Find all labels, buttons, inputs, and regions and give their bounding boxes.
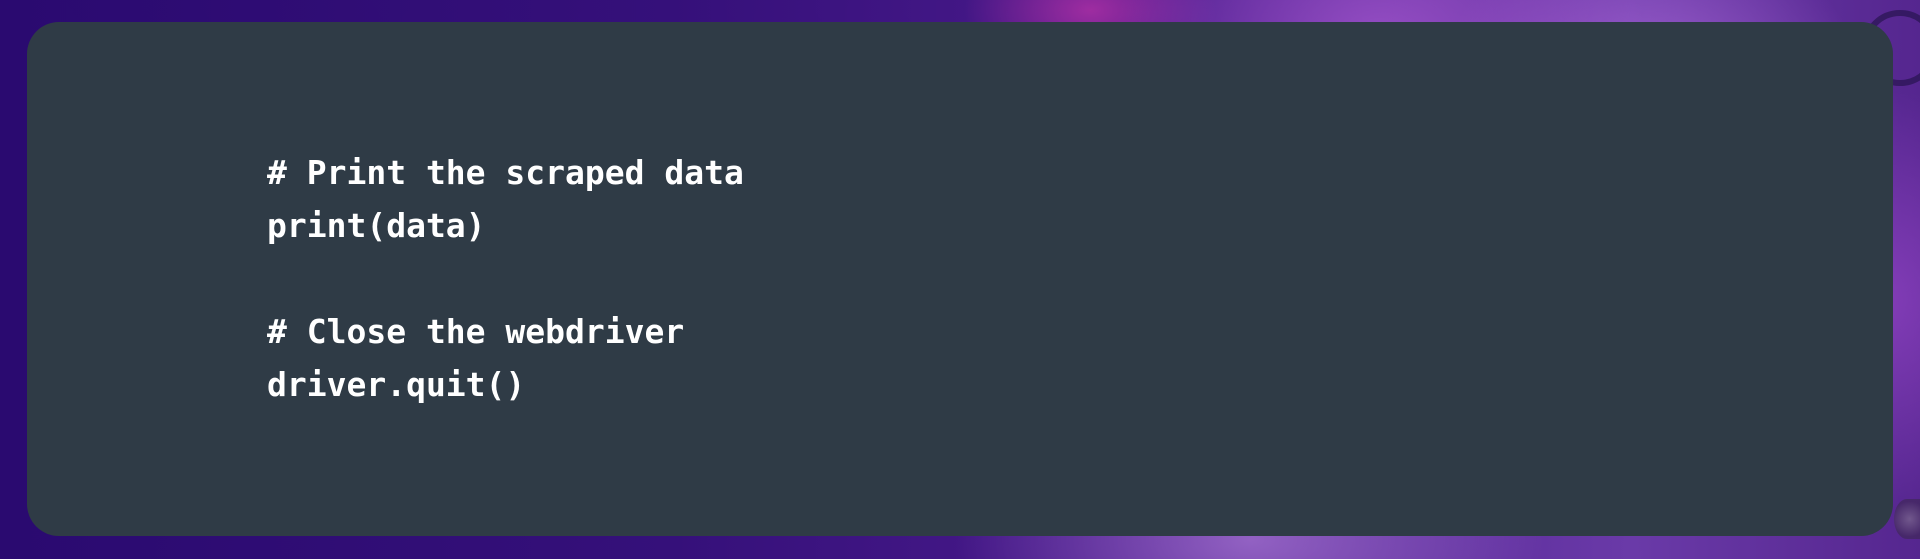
decorative-knob: [1894, 499, 1920, 539]
code-comment-close: # Close the webdriver: [267, 312, 685, 351]
code-snippet-card: # Print the scraped data print(data) # Clo…: [27, 22, 1893, 536]
code-line-print: print(data): [267, 206, 486, 245]
code-comment-print: # Print the scraped data: [267, 153, 744, 192]
code-block: # Print the scraped data print(data) # Clo…: [267, 146, 744, 411]
code-line-quit: driver.quit(): [267, 365, 526, 404]
